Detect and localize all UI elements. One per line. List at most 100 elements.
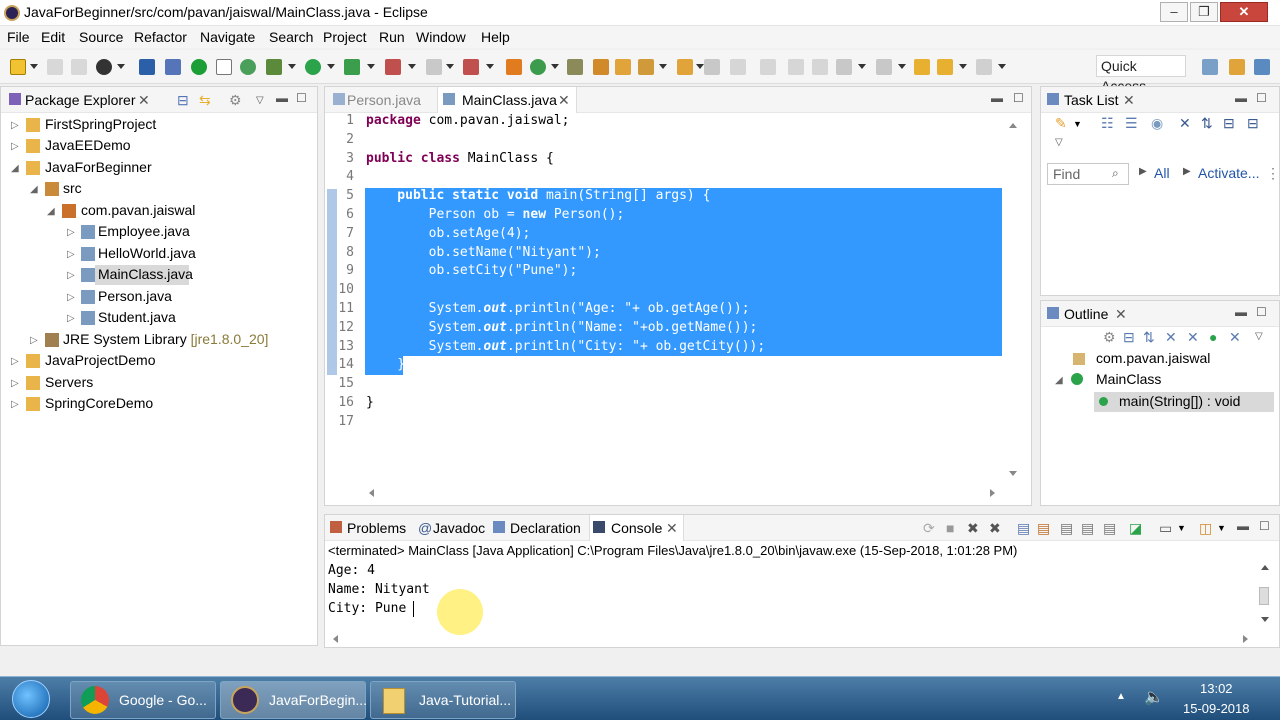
collapse-arrow-icon[interactable]: ◢ <box>11 163 19 174</box>
tree-item-javaforbeginner[interactable]: JavaForBeginner <box>45 157 152 177</box>
menu-search[interactable]: Search <box>269 29 313 45</box>
display-console-icon[interactable]: ▭ <box>1159 520 1172 537</box>
run-server-icon[interactable] <box>191 59 207 75</box>
outline-item-main-method[interactable]: main(String[]) : void <box>1119 391 1240 411</box>
run-dropdown-icon[interactable] <box>327 64 335 69</box>
coverage-dropdown-icon[interactable] <box>367 64 375 69</box>
hide-completed-icon[interactable]: ◉ <box>1151 115 1163 132</box>
code-line[interactable]: System.out.println("Age: "+ ob.getAge())… <box>366 301 750 316</box>
code-line[interactable]: public static void main(String[] args) { <box>366 188 710 203</box>
task-list-title[interactable]: Task List <box>1064 92 1118 108</box>
outline-item-class[interactable]: MainClass <box>1096 369 1161 389</box>
pane-maximize-icon[interactable]: ☐ <box>296 91 307 105</box>
collapse-arrow-icon[interactable]: ◢ <box>47 206 55 217</box>
search-dropdown-icon[interactable] <box>659 64 667 69</box>
expand-arrow-icon[interactable]: ▷ <box>11 399 19 410</box>
focus-tasks-icon[interactable]: ⊟ <box>1247 115 1259 132</box>
view-menu-icon[interactable]: ▽ <box>1055 137 1063 148</box>
expand-arrow-icon[interactable]: ▷ <box>67 313 75 324</box>
minimize-button[interactable]: – <box>1160 2 1188 22</box>
new-dropdown-icon[interactable] <box>30 64 38 69</box>
code-line[interactable]: ob.setCity("Pune"); <box>366 263 578 278</box>
tree-item-employee-java[interactable]: Employee.java <box>98 221 190 241</box>
menu-navigate[interactable]: Navigate <box>200 29 255 45</box>
task-find-input[interactable]: Find ⌕ <box>1047 163 1129 185</box>
tree-item-mainclass-java[interactable]: MainClass.java <box>98 264 193 284</box>
toggle-mark-icon[interactable] <box>730 59 746 75</box>
skip-breakpoints-icon[interactable] <box>96 59 112 75</box>
sort-icon[interactable]: ⇅ <box>1143 329 1155 346</box>
previous-annotation-dropdown-icon[interactable] <box>898 64 906 69</box>
code-line[interactable]: System.out.println("City: "+ ob.getCity(… <box>366 339 766 354</box>
open-perspective-icon[interactable] <box>1202 59 1218 75</box>
tree-item-package[interactable]: com.pavan.jaiswal <box>81 200 195 220</box>
tree-item-javaprojectdemo[interactable]: JavaProjectDemo <box>45 350 156 370</box>
code-line[interactable]: Person ob = new Person(); <box>366 207 625 222</box>
more-vertical-icon[interactable]: ⋮ <box>1266 165 1280 182</box>
hide-local-icon[interactable]: ✕ <box>1229 329 1241 346</box>
code-line[interactable]: System.out.println("Name: "+ob.getName()… <box>366 320 758 335</box>
tab-console[interactable]: Console <box>611 520 662 536</box>
outline-focus-icon[interactable]: ⚙ <box>1103 329 1116 346</box>
scroll-lock-icon[interactable]: ▤ <box>1037 520 1050 537</box>
expand-arrow-icon[interactable]: ▷ <box>67 249 75 260</box>
next-annotation-dropdown-icon[interactable] <box>858 64 866 69</box>
scroll-up-icon[interactable] <box>1009 123 1017 128</box>
task-explorer-folder[interactable]: Java-Tutorial... <box>370 681 516 719</box>
menu-edit[interactable]: Edit <box>41 29 65 45</box>
clear-console-icon[interactable]: ▤ <box>1017 520 1030 537</box>
annotation-icon[interactable] <box>704 59 720 75</box>
pin-icon[interactable] <box>165 59 181 75</box>
filter-icon[interactable]: ☰ <box>1125 115 1138 132</box>
console-scrollbar-thumb[interactable] <box>1259 587 1269 605</box>
menu-refactor[interactable]: Refactor <box>134 29 187 45</box>
coverage-icon[interactable] <box>344 59 360 75</box>
categorize-icon[interactable]: ☷ <box>1101 115 1114 132</box>
expand-arrow-icon[interactable]: ▷ <box>67 227 75 238</box>
debug-icon[interactable] <box>266 59 282 75</box>
open-resource-icon[interactable] <box>677 59 693 75</box>
tree-item-helloworld-java[interactable]: HelloWorld.java <box>98 243 196 263</box>
tree-item-servers[interactable]: Servers <box>45 372 93 392</box>
new-java-package-icon[interactable] <box>506 59 522 75</box>
expand-arrow-icon[interactable]: ▷ <box>67 270 75 281</box>
collapse-arrow-icon[interactable]: ◢ <box>1055 375 1063 386</box>
new-task-icon[interactable]: ✎ <box>1055 115 1067 132</box>
editor-toggle-icon[interactable] <box>216 59 232 75</box>
tree-item-src[interactable]: src <box>63 178 82 198</box>
scroll-right-icon[interactable] <box>990 489 995 497</box>
tab-declaration[interactable]: Declaration <box>510 520 581 536</box>
back-dropdown-icon[interactable] <box>959 64 967 69</box>
tree-item-javaeedemo[interactable]: JavaEEDemo <box>45 135 131 155</box>
console-scroll-left-icon[interactable] <box>333 635 338 643</box>
open-resource-dropdown-icon[interactable] <box>696 64 704 69</box>
tree-item-student-java[interactable]: Student.java <box>98 307 176 327</box>
expand-arrow-icon[interactable]: ▷ <box>30 335 38 346</box>
tree-item-springcoredemo[interactable]: SpringCoreDemo <box>45 393 153 413</box>
outline-title[interactable]: Outline <box>1064 306 1108 322</box>
remove-launch-icon[interactable]: ✖ <box>967 520 979 537</box>
show-on-output-icon[interactable]: ▤ <box>1081 520 1094 537</box>
pane-minimize-icon[interactable]: ▬ <box>276 91 288 105</box>
menu-file[interactable]: File <box>7 29 30 45</box>
word-wrap-icon[interactable]: ▤ <box>1060 520 1073 537</box>
show-on-error-icon[interactable]: ▤ <box>1103 520 1116 537</box>
open-console-dropdown-icon[interactable]: ▼ <box>1217 523 1226 533</box>
clock-date[interactable]: 15-09-2018 <box>1183 701 1250 716</box>
outline-collapse-icon[interactable]: ⊟ <box>1123 329 1135 346</box>
focus-icon[interactable]: ⚙ <box>229 92 242 109</box>
tab-close-icon[interactable]: ✕ <box>558 92 570 109</box>
code-line[interactable]: } <box>366 395 374 410</box>
volume-icon[interactable]: 🔈 <box>1144 687 1164 707</box>
quick-access-input[interactable]: Quick Access <box>1096 55 1186 94</box>
clock-time[interactable]: 13:02 <box>1200 681 1233 696</box>
outline-item-package[interactable]: com.pavan.jaiswal <box>1096 348 1210 368</box>
collapse-tasks-icon[interactable]: ⇅ <box>1201 115 1213 132</box>
code-line[interactable]: public class MainClass { <box>366 151 554 166</box>
show-hidden-icons[interactable]: ▲ <box>1116 691 1126 702</box>
console-maximize-icon[interactable]: ☐ <box>1259 519 1270 533</box>
debug-dropdown-icon[interactable] <box>117 64 125 69</box>
terminal-icon[interactable] <box>139 59 155 75</box>
show-whitespace-icon[interactable] <box>812 59 828 75</box>
refresh-icon[interactable] <box>240 59 256 75</box>
